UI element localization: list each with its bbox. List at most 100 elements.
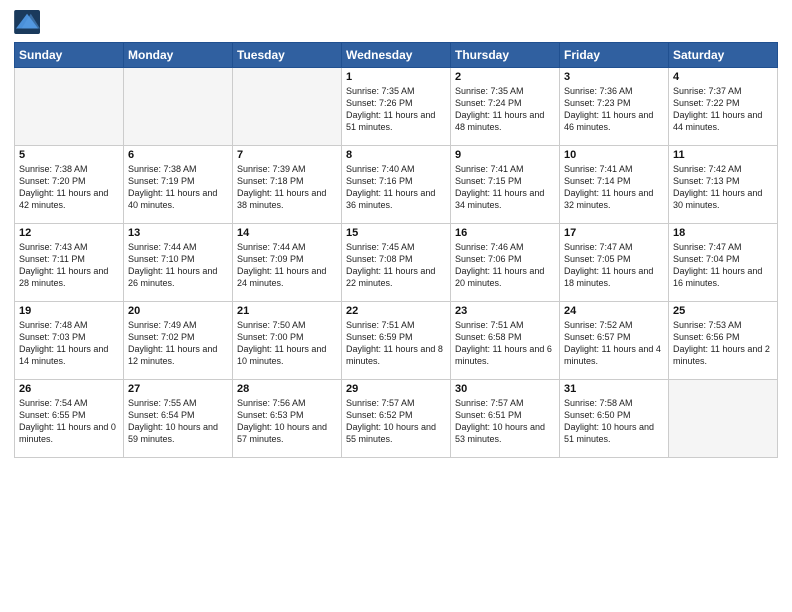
weekday-header: Friday bbox=[560, 43, 669, 68]
day-number: 12 bbox=[19, 227, 119, 239]
cell-text: Sunrise: 7:54 AM Sunset: 6:55 PM Dayligh… bbox=[19, 397, 119, 446]
day-number: 26 bbox=[19, 383, 119, 395]
day-number: 2 bbox=[455, 71, 555, 83]
day-number: 21 bbox=[237, 305, 337, 317]
cell-text: Sunrise: 7:44 AM Sunset: 7:09 PM Dayligh… bbox=[237, 241, 337, 290]
calendar-cell: 27Sunrise: 7:55 AM Sunset: 6:54 PM Dayli… bbox=[124, 380, 233, 458]
page-header bbox=[14, 10, 778, 34]
cell-text: Sunrise: 7:42 AM Sunset: 7:13 PM Dayligh… bbox=[673, 163, 773, 212]
weekday-header: Monday bbox=[124, 43, 233, 68]
cell-text: Sunrise: 7:44 AM Sunset: 7:10 PM Dayligh… bbox=[128, 241, 228, 290]
calendar-cell: 16 Sunrise: 7:46 AM Sunset: 7:06 PM Dayli… bbox=[451, 224, 560, 302]
calendar-cell bbox=[233, 68, 342, 146]
cell-text: Sunrise: 7:36 AM Sunset: 7:23 PM Dayligh… bbox=[564, 85, 664, 134]
calendar-cell: 26 Sunrise: 7:54 AM Sunset: 6:55 PM Dayli… bbox=[15, 380, 124, 458]
cell-text: Sunrise: 7:41 AM Sunset: 7:15 PM Dayligh… bbox=[455, 163, 555, 212]
day-number: 22 bbox=[346, 305, 446, 317]
day-number: 25 bbox=[673, 305, 773, 317]
calendar-cell bbox=[15, 68, 124, 146]
cell-text: Sunrise: 7:35 AM Sunset: 7:24 PM Dayligh… bbox=[455, 85, 555, 134]
calendar-cell bbox=[124, 68, 233, 146]
day-number: 31 bbox=[564, 383, 664, 395]
weekday-header: Thursday bbox=[451, 43, 560, 68]
day-number: 5 bbox=[19, 149, 119, 161]
weekday-header: Saturday bbox=[669, 43, 778, 68]
calendar-cell: 8Sunrise: 7:40 AM Sunset: 7:16 PM Daylig… bbox=[342, 146, 451, 224]
calendar-cell: 5 Sunrise: 7:38 AM Sunset: 7:20 PM Daylig… bbox=[15, 146, 124, 224]
calendar-cell: 17 Sunrise: 7:47 AM Sunset: 7:05 PM Dayli… bbox=[560, 224, 669, 302]
calendar-cell: 13 Sunrise: 7:44 AM Sunset: 7:10 PM Dayli… bbox=[124, 224, 233, 302]
calendar-week-row: 19 Sunrise: 7:48 AM Sunset: 7:03 PM Dayli… bbox=[15, 302, 778, 380]
day-number: 10 bbox=[564, 149, 664, 161]
calendar-cell: 22 Sunrise: 7:51 AM Sunset: 6:59 PM Dayli… bbox=[342, 302, 451, 380]
cell-text: Sunrise: 7:55 AM Sunset: 6:54 PM Dayligh… bbox=[128, 397, 228, 446]
calendar-cell: 24Sunrise: 7:52 AM Sunset: 6:57 PM Dayli… bbox=[560, 302, 669, 380]
cell-text: Sunrise: 7:37 AM Sunset: 7:22 PM Dayligh… bbox=[673, 85, 773, 134]
weekday-header: Tuesday bbox=[233, 43, 342, 68]
cell-text: Sunrise: 7:39 AM Sunset: 7:18 PM Dayligh… bbox=[237, 163, 337, 212]
day-number: 23 bbox=[455, 305, 555, 317]
calendar: SundayMondayTuesdayWednesdayThursdayFrid… bbox=[14, 42, 778, 458]
day-number: 1 bbox=[346, 71, 446, 83]
day-number: 30 bbox=[455, 383, 555, 395]
day-number: 11 bbox=[673, 149, 773, 161]
calendar-cell: 3Sunrise: 7:36 AM Sunset: 7:23 PM Daylig… bbox=[560, 68, 669, 146]
day-number: 6 bbox=[128, 149, 228, 161]
cell-text: Sunrise: 7:46 AM Sunset: 7:06 PM Dayligh… bbox=[455, 241, 555, 290]
calendar-cell: 1 Sunrise: 7:35 AM Sunset: 7:26 PM Daylig… bbox=[342, 68, 451, 146]
cell-text: Sunrise: 7:57 AM Sunset: 6:52 PM Dayligh… bbox=[346, 397, 446, 446]
cell-text: Sunrise: 7:50 AM Sunset: 7:00 PM Dayligh… bbox=[237, 319, 337, 368]
calendar-cell: 29 Sunrise: 7:57 AM Sunset: 6:52 PM Dayli… bbox=[342, 380, 451, 458]
day-number: 19 bbox=[19, 305, 119, 317]
weekday-header: Wednesday bbox=[342, 43, 451, 68]
calendar-cell: 12 Sunrise: 7:43 AM Sunset: 7:11 PM Dayli… bbox=[15, 224, 124, 302]
day-number: 16 bbox=[455, 227, 555, 239]
cell-text: Sunrise: 7:51 AM Sunset: 6:58 PM Dayligh… bbox=[455, 319, 555, 368]
day-number: 13 bbox=[128, 227, 228, 239]
calendar-cell: 10 Sunrise: 7:41 AM Sunset: 7:14 PM Dayli… bbox=[560, 146, 669, 224]
day-number: 17 bbox=[564, 227, 664, 239]
cell-text: Sunrise: 7:47 AM Sunset: 7:05 PM Dayligh… bbox=[564, 241, 664, 290]
day-number: 24 bbox=[564, 305, 664, 317]
cell-text: Sunrise: 7:48 AM Sunset: 7:03 PM Dayligh… bbox=[19, 319, 119, 368]
day-number: 7 bbox=[237, 149, 337, 161]
logo bbox=[14, 10, 46, 34]
calendar-week-row: 26 Sunrise: 7:54 AM Sunset: 6:55 PM Dayli… bbox=[15, 380, 778, 458]
calendar-cell: 20 Sunrise: 7:49 AM Sunset: 7:02 PM Dayli… bbox=[124, 302, 233, 380]
calendar-cell: 15 Sunrise: 7:45 AM Sunset: 7:08 PM Dayli… bbox=[342, 224, 451, 302]
day-number: 9 bbox=[455, 149, 555, 161]
calendar-cell: 18 Sunrise: 7:47 AM Sunset: 7:04 PM Dayli… bbox=[669, 224, 778, 302]
calendar-cell: 28 Sunrise: 7:56 AM Sunset: 6:53 PM Dayli… bbox=[233, 380, 342, 458]
calendar-cell bbox=[669, 380, 778, 458]
day-number: 14 bbox=[237, 227, 337, 239]
calendar-week-row: 5 Sunrise: 7:38 AM Sunset: 7:20 PM Daylig… bbox=[15, 146, 778, 224]
cell-text: Sunrise: 7:58 AM Sunset: 6:50 PM Dayligh… bbox=[564, 397, 664, 446]
cell-text: Sunrise: 7:35 AM Sunset: 7:26 PM Dayligh… bbox=[346, 85, 446, 134]
logo-icon bbox=[14, 10, 42, 34]
cell-text: Sunrise: 7:45 AM Sunset: 7:08 PM Dayligh… bbox=[346, 241, 446, 290]
cell-text: Sunrise: 7:53 AM Sunset: 6:56 PM Dayligh… bbox=[673, 319, 773, 368]
day-number: 28 bbox=[237, 383, 337, 395]
cell-text: Sunrise: 7:41 AM Sunset: 7:14 PM Dayligh… bbox=[564, 163, 664, 212]
cell-text: Sunrise: 7:56 AM Sunset: 6:53 PM Dayligh… bbox=[237, 397, 337, 446]
calendar-cell: 4Sunrise: 7:37 AM Sunset: 7:22 PM Daylig… bbox=[669, 68, 778, 146]
calendar-cell: 23 Sunrise: 7:51 AM Sunset: 6:58 PM Dayli… bbox=[451, 302, 560, 380]
calendar-cell: 2 Sunrise: 7:35 AM Sunset: 7:24 PM Daylig… bbox=[451, 68, 560, 146]
calendar-cell: 30Sunrise: 7:57 AM Sunset: 6:51 PM Dayli… bbox=[451, 380, 560, 458]
day-number: 18 bbox=[673, 227, 773, 239]
cell-text: Sunrise: 7:47 AM Sunset: 7:04 PM Dayligh… bbox=[673, 241, 773, 290]
calendar-week-row: 12 Sunrise: 7:43 AM Sunset: 7:11 PM Dayli… bbox=[15, 224, 778, 302]
calendar-cell: 21 Sunrise: 7:50 AM Sunset: 7:00 PM Dayli… bbox=[233, 302, 342, 380]
day-number: 29 bbox=[346, 383, 446, 395]
calendar-cell: 7 Sunrise: 7:39 AM Sunset: 7:18 PM Daylig… bbox=[233, 146, 342, 224]
cell-text: Sunrise: 7:38 AM Sunset: 7:19 PM Dayligh… bbox=[128, 163, 228, 212]
day-number: 20 bbox=[128, 305, 228, 317]
cell-text: Sunrise: 7:51 AM Sunset: 6:59 PM Dayligh… bbox=[346, 319, 446, 368]
cell-text: Sunrise: 7:43 AM Sunset: 7:11 PM Dayligh… bbox=[19, 241, 119, 290]
day-number: 15 bbox=[346, 227, 446, 239]
weekday-header: Sunday bbox=[15, 43, 124, 68]
calendar-cell: 31 Sunrise: 7:58 AM Sunset: 6:50 PM Dayli… bbox=[560, 380, 669, 458]
cell-text: Sunrise: 7:38 AM Sunset: 7:20 PM Dayligh… bbox=[19, 163, 119, 212]
calendar-header-row: SundayMondayTuesdayWednesdayThursdayFrid… bbox=[15, 43, 778, 68]
cell-text: Sunrise: 7:49 AM Sunset: 7:02 PM Dayligh… bbox=[128, 319, 228, 368]
